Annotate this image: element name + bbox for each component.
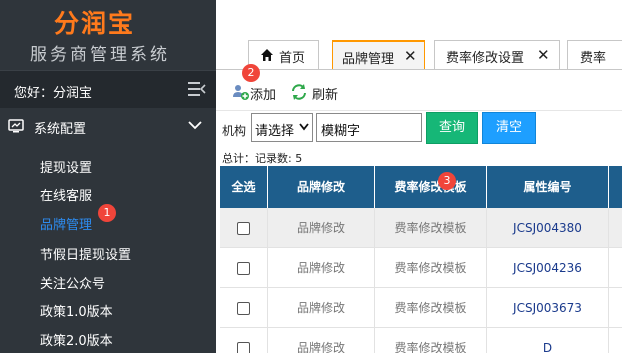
rate-template-link[interactable]: 费率修改模板: [375, 248, 487, 288]
attr-code-cell: JCSJ004236: [487, 248, 609, 288]
header-rate-template: 费率修改模板: [375, 166, 487, 208]
brand-edit-link[interactable]: 品牌修改: [268, 208, 375, 248]
annotation-badge-3: 3: [438, 172, 456, 190]
row-checkbox-cell[interactable]: [220, 328, 268, 353]
tab-brand-management[interactable]: 品牌管理 ✕: [332, 40, 425, 70]
rate-template-link[interactable]: 费率修改模板: [375, 288, 487, 328]
table-row[interactable]: 品牌修改 费率修改模板 D: [220, 328, 622, 353]
rate-template-link[interactable]: 费率修改模板: [375, 328, 487, 353]
monitor-icon: [8, 119, 24, 133]
brand-title: 分润宝: [54, 9, 136, 38]
add-label: 添加: [250, 88, 277, 103]
fuzzy-search-value: 模糊字: [321, 124, 361, 139]
home-icon: [261, 49, 273, 61]
chevron-down-icon: [188, 121, 202, 130]
menu-item-online-service[interactable]: 在线客服: [40, 185, 92, 204]
annotation-badge-2: 2: [242, 64, 260, 82]
refresh-label: 刷新: [312, 88, 339, 103]
rate-template-link[interactable]: 费率修改模板: [375, 208, 487, 248]
tab-rate-partial-label: 费率: [580, 51, 607, 66]
header-attr-code: 属性编号: [487, 166, 609, 208]
header-brand-edit: 品牌修改: [268, 166, 375, 208]
brand-edit-link[interactable]: 品牌修改: [268, 288, 375, 328]
menu-item-policy-v1[interactable]: 政策1.0版本: [40, 301, 113, 320]
row-checkbox[interactable]: [237, 222, 250, 235]
tab-home-label: 首页: [279, 51, 306, 66]
brand-subtitle: 服务商管理系统: [30, 45, 170, 65]
menu-item-follow-official[interactable]: 关注公众号: [40, 273, 105, 292]
close-icon[interactable]: ✕: [537, 46, 550, 64]
main-content: 添加 刷新 2 机构 请选择 模糊字 查询 清空 总计：记录数: 5 全选 品牌…: [216, 64, 622, 353]
table-row[interactable]: 品牌修改 费率修改模板 JCSJ004380: [220, 208, 622, 248]
record-summary: 总计：记录数: 5: [222, 152, 303, 165]
menu-section-label: 系统配置: [34, 122, 87, 137]
table-row[interactable]: 品牌修改 费率修改模板 JCSJ004236: [220, 248, 622, 288]
row-checkbox[interactable]: [237, 302, 250, 315]
brand-edit-link[interactable]: 品牌修改: [268, 328, 375, 353]
fuzzy-search-input[interactable]: 模糊字: [316, 113, 422, 142]
annotation-badge-1: 1: [98, 204, 116, 222]
attr-code-cell: D: [487, 328, 609, 353]
query-button[interactable]: 查询: [426, 112, 478, 144]
tab-rate-partial[interactable]: 费率: [567, 40, 622, 70]
brand-edit-link[interactable]: 品牌修改: [268, 248, 375, 288]
select-all-header[interactable]: 全选: [220, 166, 268, 208]
table-row[interactable]: 品牌修改 费率修改模板 JCSJ003673: [220, 288, 622, 328]
menu-item-withdraw-settings[interactable]: 提现设置: [40, 157, 92, 176]
row-checkbox[interactable]: [237, 262, 250, 275]
attr-code-cell: JCSJ003673: [487, 288, 609, 328]
brand-table: 全选 品牌修改 费率修改模板 属性编号 3 品牌修改 费率修改模板 JCSJ00…: [220, 166, 622, 353]
sidebar: 分润宝 服务商管理系统 您好：分润宝 系统配置 提现设置 在线客服 品牌管理 节…: [0, 0, 216, 353]
menu-section-system-config[interactable]: 系统配置: [0, 108, 216, 146]
row-checkbox-cell[interactable]: [220, 288, 268, 328]
tab-brand-label: 品牌管理: [342, 52, 395, 67]
menu-collapse-icon[interactable]: [188, 81, 206, 97]
row-checkbox-cell[interactable]: [220, 248, 268, 288]
close-icon[interactable]: ✕: [404, 47, 417, 65]
attr-code-cell: JCSJ004380: [487, 208, 609, 248]
tab-home[interactable]: 首页: [248, 40, 319, 70]
menu-item-brand-management[interactable]: 品牌管理: [40, 214, 92, 233]
tab-bar: 首页 品牌管理 ✕ 费率修改设置 ✕ 费率: [216, 0, 622, 70]
row-checkbox-cell[interactable]: [220, 208, 268, 248]
greeting-text: 您好：分润宝: [14, 86, 93, 101]
row-checkbox[interactable]: [237, 342, 250, 353]
menu-item-policy-v2[interactable]: 政策2.0版本: [40, 330, 113, 349]
menu-item-holiday-withdraw[interactable]: 节假日提现设置: [40, 244, 131, 263]
tab-rate-settings[interactable]: 费率修改设置 ✕: [434, 40, 560, 70]
clear-button[interactable]: 清空: [482, 112, 536, 144]
org-select[interactable]: 请选择: [251, 113, 313, 142]
filter-row: 机构 请选择 模糊字 查询 清空: [216, 110, 622, 146]
org-label: 机构: [222, 124, 247, 138]
refresh-icon: [292, 84, 306, 100]
tab-rate-label: 费率修改设置: [446, 51, 525, 66]
greeting-bar: 您好：分润宝: [0, 70, 216, 108]
header-overflow: [609, 166, 622, 208]
chevron-down-icon: [299, 123, 309, 131]
user-add-icon: [233, 85, 249, 100]
org-select-value: 请选择: [255, 124, 295, 139]
table-header: 全选 品牌修改 费率修改模板 属性编号: [220, 166, 622, 208]
